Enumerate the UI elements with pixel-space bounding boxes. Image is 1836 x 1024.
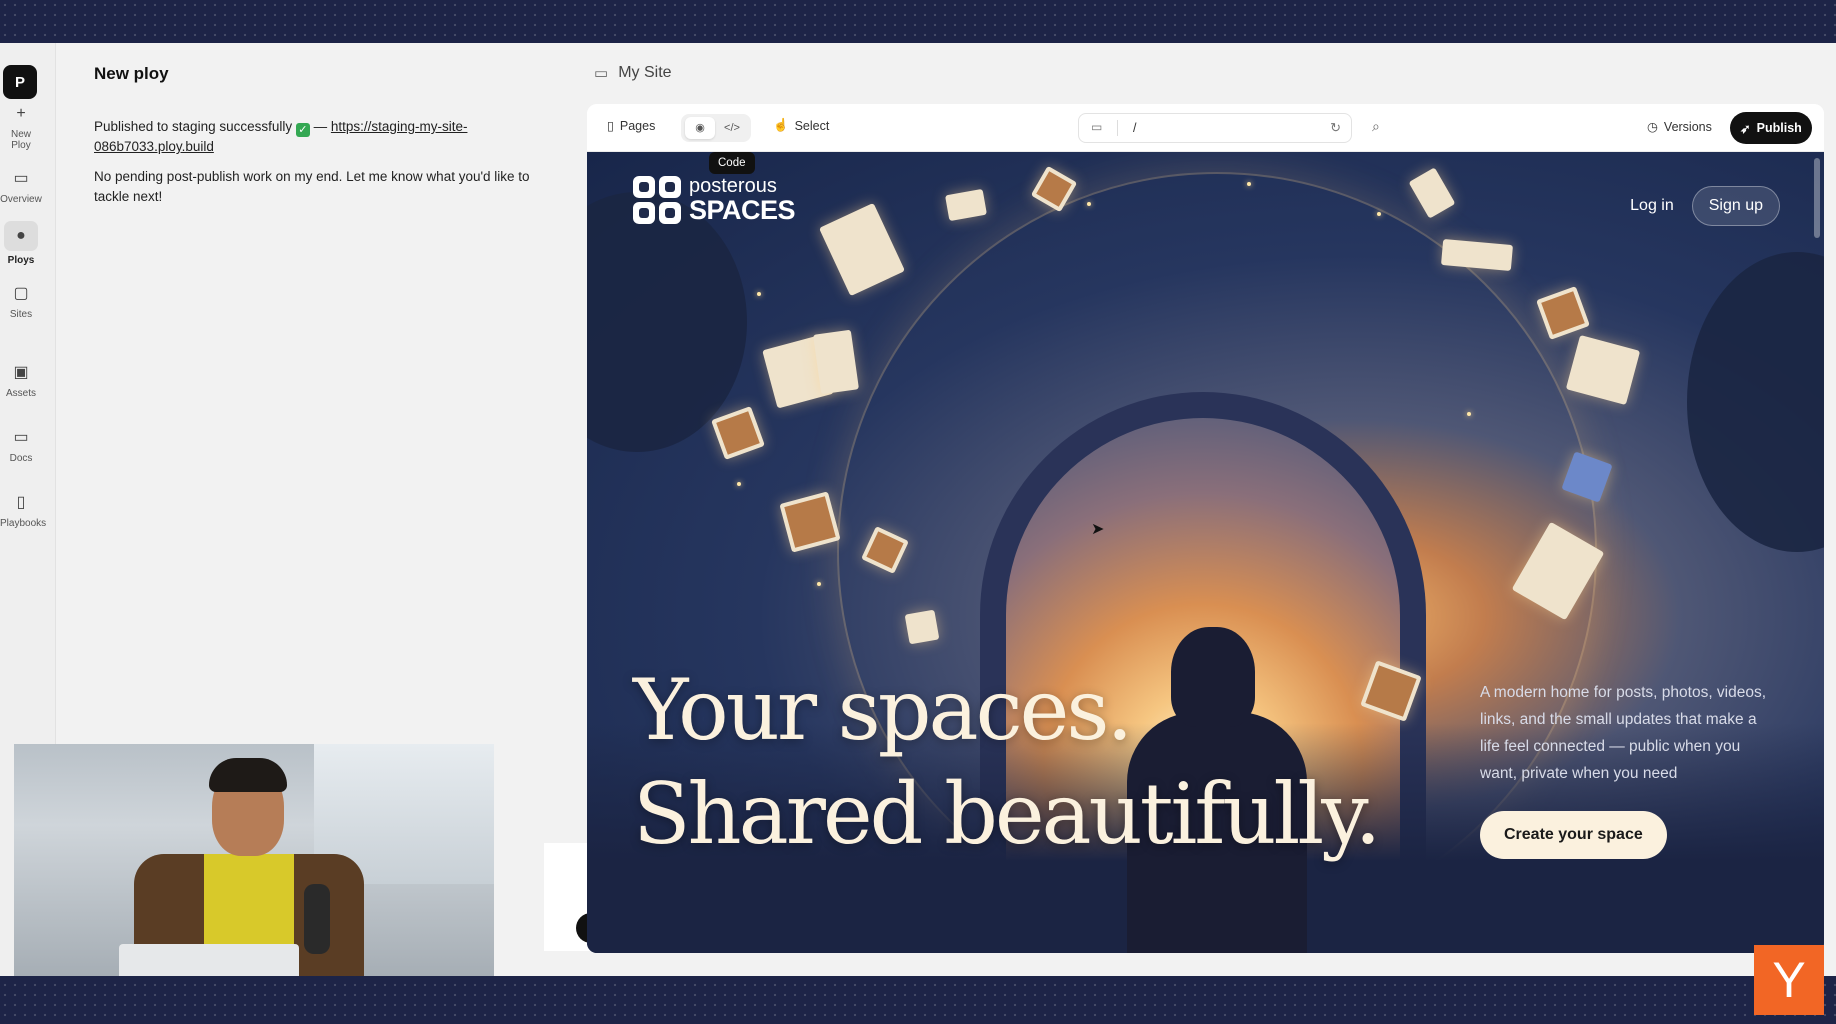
y-badge: Y (1754, 945, 1824, 1015)
site-editor: ▯ Pages ◉ </> Code ☝ Select ▭ / ↻ ⌕ ◷ Ve… (587, 104, 1824, 953)
preview-scrollbar[interactable] (1814, 158, 1820, 238)
mouse-cursor-icon: ➤ (1091, 521, 1105, 538)
editor-toolbar: ▯ Pages ◉ </> Code ☝ Select ▭ / ↻ ⌕ ◷ Ve… (587, 104, 1824, 174)
pages-button[interactable]: ▯ Pages (607, 118, 655, 134)
select-button[interactable]: ☝ Select (773, 118, 829, 133)
rail-item-sites[interactable]: ▢ Sites (0, 283, 42, 320)
clock-icon: ◷ (1647, 120, 1658, 134)
folder-icon: ▭ (13, 429, 29, 446)
hero-headline: Your spaces. Shared beautifully. (633, 661, 1381, 863)
check-icon: ✓ (295, 123, 310, 137)
publish-button[interactable]: ➶ Publish (1730, 112, 1812, 144)
assistant-message-2: No pending post-publish work on my end. … (94, 169, 530, 204)
app-window: P + New Ploy ▭ Overview ● Ploys ▢ Sites … (0, 43, 1836, 976)
url-path[interactable]: / (1133, 121, 1136, 135)
chat-bubble-icon: ● (4, 221, 38, 251)
desktop-icon[interactable]: ▭ (1091, 120, 1102, 134)
site-icon: ▭ (594, 65, 609, 82)
plus-icon: + (16, 105, 26, 122)
hero-description: A modern home for posts, photos, videos,… (1480, 684, 1767, 782)
rail-item-docs[interactable]: ▭ Docs (0, 427, 42, 464)
code-tooltip: Code (709, 152, 755, 174)
create-space-button[interactable]: Create your space (1480, 811, 1667, 859)
workspace-avatar[interactable]: P (3, 65, 37, 99)
login-link[interactable]: Log in (1630, 197, 1674, 215)
rail-item-overview[interactable]: ▭ Overview (0, 168, 42, 205)
code-toggle[interactable]: </> (717, 117, 747, 139)
hero-preview: posterous SPACES Log in Sign up Your spa… (587, 152, 1824, 953)
zoom-icon[interactable]: ⌕ (1372, 118, 1380, 135)
rail-item-new-ploy[interactable]: + New Ploy (0, 103, 42, 151)
assistant-message: Published to staging successfully ✓ — ht… (94, 119, 468, 154)
rocket-icon: ➶ (1740, 121, 1751, 136)
webcam-video (14, 744, 494, 976)
chat-title: New ploy (94, 64, 169, 83)
rail-item-ploys[interactable]: ● Ploys (0, 221, 42, 266)
overview-icon: ▭ (13, 170, 29, 187)
brand-logo[interactable]: posterous SPACES (633, 176, 796, 224)
reload-icon[interactable]: ↻ (1330, 120, 1341, 136)
webcam-microphone (304, 884, 330, 954)
url-bar[interactable]: ▭ / ↻ (1078, 113, 1352, 143)
pointer-icon: ☝ (773, 118, 789, 132)
versions-button[interactable]: ◷ Versions (1647, 119, 1712, 135)
view-toggle: ◉ </> (681, 114, 751, 142)
rail-item-playbooks[interactable]: ▯ Playbooks (0, 492, 46, 529)
hero-nav: Log in Sign up (1630, 186, 1780, 226)
site-header: ▭ My Site (594, 64, 672, 82)
globe-icon: ◉ (695, 122, 705, 134)
webcam-laptop (119, 944, 299, 976)
code-icon: </> (724, 122, 740, 134)
logo-mark-icon (633, 176, 681, 224)
site-name: My Site (618, 64, 672, 81)
book-icon: ▯ (16, 494, 26, 511)
preview-toggle[interactable]: ◉ (685, 117, 715, 139)
signup-button[interactable]: Sign up (1691, 186, 1780, 226)
sidebar-icon: ▯ (607, 119, 614, 133)
browser-icon: ▢ (13, 285, 29, 302)
image-icon: ▣ (13, 364, 29, 381)
rail-item-assets[interactable]: ▣ Assets (0, 362, 42, 399)
